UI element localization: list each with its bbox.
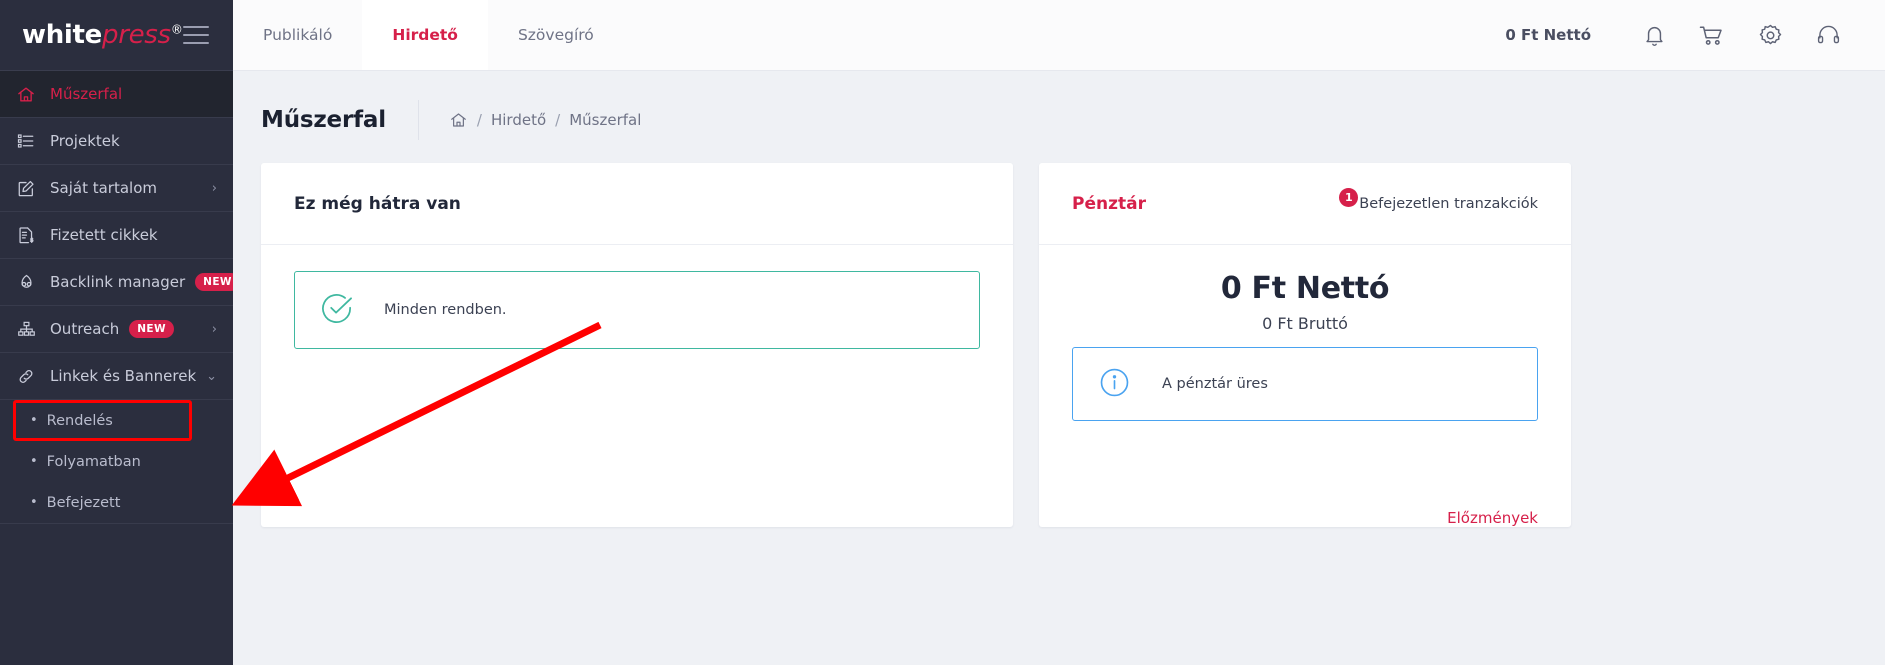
sidebar-item-linkek-es-bannerek[interactable]: Linkek és Bannerek ⌄ — [0, 353, 233, 400]
sidebar-item-muszerfal[interactable]: Műszerfal — [0, 71, 233, 118]
chevron-right-icon: › — [211, 180, 217, 196]
backlink-icon — [16, 272, 42, 292]
sidebar-subitem-rendeles[interactable]: • Rendelés — [0, 400, 233, 441]
edit-document-icon — [16, 178, 42, 198]
sidebar-item-label: Backlink manager — [50, 273, 186, 291]
sidebar-item-label: Saját tartalom — [50, 179, 157, 197]
amount-net: 0 Ft Nettó — [1220, 271, 1390, 306]
history-link[interactable]: Előzmények — [1447, 509, 1538, 527]
info-alert: A pénztár üres — [1072, 347, 1538, 421]
support-button[interactable] — [1799, 0, 1857, 71]
notifications-button[interactable] — [1625, 0, 1683, 71]
bullet-icon: • — [30, 413, 38, 428]
amount-gross: 0 Ft Bruttó — [1262, 314, 1348, 333]
bullet-icon: • — [30, 495, 38, 510]
tab-label: Publikáló — [263, 26, 333, 44]
info-circle-icon — [1099, 367, 1130, 402]
paid-document-icon — [16, 225, 42, 245]
card-body: Minden rendben. — [261, 245, 1013, 527]
breadcrumb-item-hirdeto[interactable]: Hirdető — [491, 111, 546, 129]
main-area: Publikáló Hirdető Szövegíró 0 Ft Nettó M… — [233, 0, 1885, 665]
pending-transactions[interactable]: 1 Befejezetlen tranzakciók — [1339, 187, 1538, 212]
page-title: Műszerfal — [261, 107, 386, 133]
link-icon — [16, 366, 42, 386]
alert-message: Minden rendben. — [384, 302, 507, 318]
page-header: Műszerfal / Hirdető / Műszerfal — [261, 97, 1857, 143]
cart-icon — [1699, 23, 1725, 47]
card-penztar: Pénztár 1 Befejezetlen tranzakciók 0 Ft … — [1039, 163, 1571, 527]
tab-szovegiro[interactable]: Szövegíró — [488, 0, 624, 70]
card-header: Pénztár 1 Befejezetlen tranzakciók — [1039, 163, 1571, 245]
tab-publikalo[interactable]: Publikáló — [233, 0, 362, 70]
sidebar-nav: Műszerfal Projektek Saját tartalom › Fiz… — [0, 71, 233, 665]
card-title: Ez még hátra van — [294, 193, 461, 214]
breadcrumb-separator: / — [476, 111, 482, 129]
bell-icon — [1643, 23, 1666, 48]
bullet-icon: • — [30, 454, 38, 469]
sidebar-item-label: Outreach — [50, 320, 120, 338]
sidebar-footer-divider — [0, 523, 233, 545]
sidebar-submenu: • Rendelés • Folyamatban • Befejezett — [0, 400, 233, 523]
sidebar-item-label: Projektek — [50, 132, 120, 150]
badge-new: NEW — [195, 273, 233, 291]
breadcrumb-separator: / — [555, 111, 561, 129]
sidebar-item-sajat-tartalom[interactable]: Saját tartalom › — [0, 165, 233, 212]
home-icon — [16, 84, 42, 104]
tab-label: Szövegíró — [517, 26, 594, 44]
alert-message: A pénztár üres — [1162, 376, 1268, 392]
page-content: Műszerfal / Hirdető / Műszerfal Ez még h… — [233, 71, 1885, 665]
check-circle-icon — [321, 292, 354, 329]
logo-text-white: white — [22, 20, 103, 50]
tab-label: Hirdető — [392, 26, 458, 44]
sidebar-item-label: Fizetett cikkek — [50, 226, 158, 244]
cart-button[interactable] — [1683, 0, 1741, 71]
sidebar-subitem-label: Rendelés — [46, 412, 113, 429]
status-badge: 1 — [1339, 187, 1359, 207]
card-footer: Előzmények — [1039, 509, 1571, 527]
header-balance: 0 Ft Nettó — [1505, 26, 1591, 44]
chevron-right-icon: › — [211, 321, 217, 337]
sidebar-item-label: Linkek és Bannerek — [50, 367, 197, 385]
badge-new: NEW — [129, 320, 174, 338]
logo-registered-mark: ® — [170, 22, 183, 37]
hamburger-icon[interactable] — [182, 24, 211, 46]
sidebar-subitem-label: Befejezett — [46, 494, 121, 511]
logo-text-press: press — [102, 20, 171, 50]
headset-icon — [1816, 24, 1841, 46]
settings-button[interactable] — [1741, 0, 1799, 71]
sidebar: whitepress® Műszerfal Projektek Saját ta… — [0, 0, 233, 665]
sidebar-item-projektek[interactable]: Projektek — [0, 118, 233, 165]
sidebar-subitem-folyamatban[interactable]: • Folyamatban — [0, 441, 233, 482]
top-navigation-bar: Publikáló Hirdető Szövegíró 0 Ft Nettó — [233, 0, 1885, 71]
breadcrumb-item-muszerfal: Műszerfal — [569, 111, 642, 129]
sidebar-item-backlink-manager[interactable]: Backlink manager NEW — [0, 259, 233, 306]
sidebar-item-label: Műszerfal — [50, 85, 123, 103]
sitemap-icon — [16, 319, 42, 339]
dashboard-cards: Ez még hátra van Minden rendben. Pénztár… — [261, 163, 1857, 527]
list-icon — [16, 131, 42, 151]
tab-hirdeto[interactable]: Hirdető — [362, 0, 488, 70]
header-divider — [417, 100, 419, 140]
card-ez-meg-hatra-van: Ez még hátra van Minden rendben. — [261, 163, 1013, 527]
chevron-down-icon: ⌄ — [206, 368, 217, 384]
card-header: Ez még hátra van — [261, 163, 1013, 245]
sidebar-item-fizetett-cikkek[interactable]: Fizetett cikkek — [0, 212, 233, 259]
breadcrumb: / Hirdető / Műszerfal — [449, 111, 641, 129]
gear-icon — [1758, 23, 1783, 48]
success-alert: Minden rendben. — [294, 271, 980, 349]
sidebar-subitem-befejezett[interactable]: • Befejezett — [0, 482, 233, 523]
brand-header[interactable]: whitepress® — [0, 0, 233, 71]
card-body: 0 Ft Nettó 0 Ft Bruttó A pénztár üres — [1039, 245, 1571, 509]
pending-transactions-label: Befejezetlen tranzakciók — [1359, 195, 1538, 212]
card-title: Pénztár — [1072, 193, 1146, 214]
logo[interactable]: whitepress® — [22, 20, 183, 50]
app-root: whitepress® Műszerfal Projektek Saját ta… — [0, 0, 1885, 665]
sidebar-subitem-label: Folyamatban — [46, 453, 141, 470]
breadcrumb-home-icon[interactable] — [449, 111, 468, 129]
sidebar-item-outreach[interactable]: Outreach NEW › — [0, 306, 233, 353]
top-bar-actions: 0 Ft Nettó — [1505, 0, 1885, 70]
